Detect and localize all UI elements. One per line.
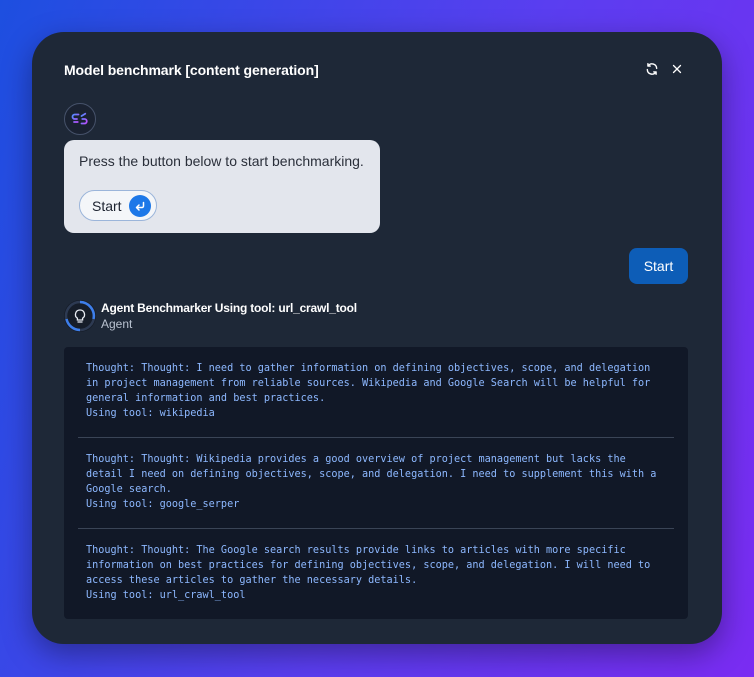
bot-message-text: Press the button below to start benchmar… <box>79 153 364 169</box>
agent-name: Agent Benchmarker Using tool: url_crawl_… <box>101 301 357 315</box>
enter-icon <box>129 195 151 217</box>
start-button-label: Start <box>92 198 122 214</box>
bot-logo-icon <box>71 112 88 125</box>
refresh-button[interactable] <box>643 60 661 78</box>
user-message-bubble: Start <box>629 248 688 284</box>
start-button[interactable]: Start <box>79 190 157 221</box>
refresh-icon <box>646 63 658 75</box>
lightbulb-icon <box>64 300 96 332</box>
benchmark-dialog: Model benchmark [content generation] Pre… <box>32 32 722 644</box>
bot-message-bubble: Press the button below to start benchmar… <box>64 140 380 233</box>
log-entry: Thought: Thought: The Google search resu… <box>86 545 651 601</box>
dialog-title: Model benchmark [content generation] <box>64 62 319 78</box>
agent-role: Agent <box>101 317 133 331</box>
log-entry: Thought: Thought: Wikipedia provides a g… <box>86 454 657 510</box>
log-divider <box>78 528 674 529</box>
agent-log-panel: Thought: Thought: I need to gather infor… <box>64 347 688 619</box>
close-button[interactable] <box>668 60 686 78</box>
agent-avatar <box>64 300 96 332</box>
close-icon <box>672 64 682 74</box>
bot-avatar <box>64 103 96 135</box>
log-divider <box>78 437 674 438</box>
log-entry: Thought: Thought: I need to gather infor… <box>86 363 651 419</box>
